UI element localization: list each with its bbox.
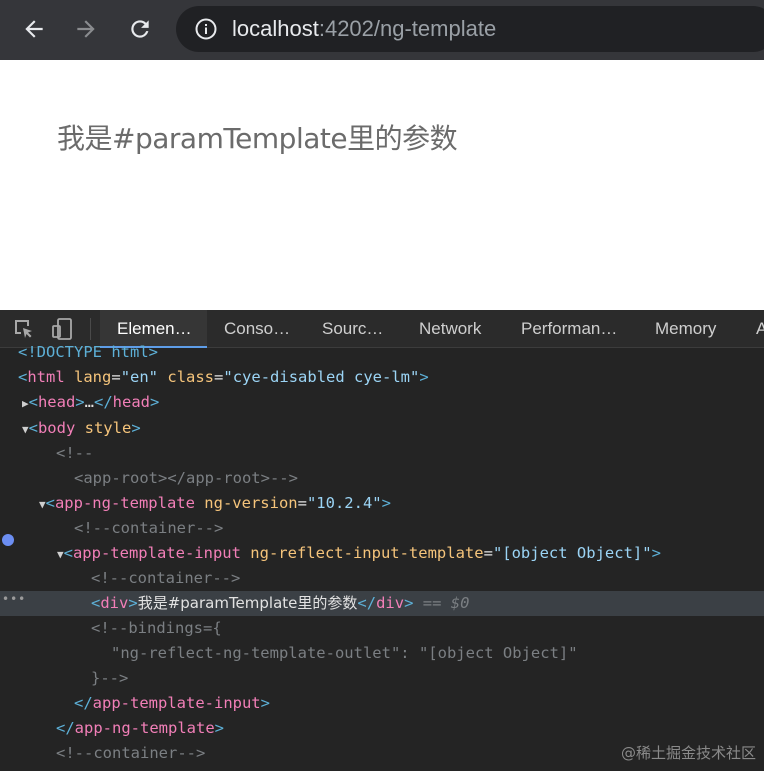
comment-text: <!--container-->	[56, 744, 206, 762]
comment-text: "ng-reflect-ng-template-outlet": "[objec…	[111, 644, 578, 662]
collapse-triangle-icon[interactable]: ▼	[57, 548, 64, 561]
info-icon[interactable]	[194, 17, 218, 41]
comment-text: <!--bindings={	[91, 619, 222, 637]
dom-node-doctype[interactable]: <!DOCTYPE html>	[0, 340, 764, 365]
doctype-text: <!DOCTYPE html>	[18, 343, 158, 361]
collapse-triangle-icon[interactable]: ▼	[39, 498, 46, 511]
comment-text: <!--container-->	[91, 569, 241, 587]
dom-node-div-selected[interactable]: <div>我是#paramTemplate里的参数</div> == $0	[0, 591, 764, 616]
comment-text: }-->	[91, 669, 129, 687]
toolbar-divider	[90, 318, 91, 340]
tag-name: app-ng-template	[54, 494, 195, 512]
attr-value: "cye-disabled cye-lm"	[223, 368, 420, 386]
dom-node-close-app-template-input[interactable]: </app-template-input>	[0, 691, 764, 716]
watermark: @稀土掘金技术社区	[620, 744, 756, 762]
dom-node-app-template-input[interactable]: ▼<app-template-input ng-reflect-input-te…	[0, 541, 764, 566]
devtools-panel: Elemen… Conso… Sourc… Network Performan……	[0, 310, 764, 771]
dom-node-comment[interactable]: <!--container-->	[0, 516, 764, 541]
forward-button[interactable]	[68, 9, 104, 49]
selected-marker: == $0	[422, 594, 470, 612]
dom-node-comment[interactable]: <!--	[0, 441, 764, 466]
comment-text: <!--	[56, 444, 94, 462]
attr-name: ng-version	[204, 494, 298, 512]
url-host: localhost	[232, 16, 319, 41]
tag-name: head	[112, 393, 150, 411]
dom-node-comment[interactable]: <!--container-->	[0, 566, 764, 591]
reload-icon	[131, 20, 149, 38]
tag-name: body	[37, 419, 76, 437]
dom-node-comment[interactable]: "ng-reflect-ng-template-outlet": "[objec…	[0, 641, 764, 666]
tag-name: html	[27, 368, 65, 386]
breakpoint-dot-icon[interactable]	[2, 534, 14, 546]
dom-node-close-app-ng-template[interactable]: </app-ng-template>	[0, 716, 764, 741]
inspect-element-icon[interactable]	[12, 317, 36, 341]
attr-value: "10.2.4"	[306, 494, 382, 512]
tag-name: app-template-input	[72, 544, 241, 562]
url-path: :4202/ng-template	[318, 16, 497, 41]
reload-button[interactable]	[122, 9, 158, 49]
dom-node-comment[interactable]: <app-root></app-root>-->	[0, 466, 764, 491]
dom-node-app-ng-template[interactable]: ▼<app-ng-template ng-version="10.2.4">	[0, 491, 764, 516]
more-options-icon[interactable]: •••	[2, 592, 26, 606]
attr-name: ng-reflect-input-template	[250, 544, 484, 562]
collapsed-ellipsis: …	[84, 393, 94, 411]
dom-node-body[interactable]: ▼<body style>	[0, 416, 764, 441]
text-node: 我是#paramTemplate里的参数	[137, 594, 358, 612]
dom-node-head[interactable]: ▶<head>…</head>	[0, 390, 764, 415]
comment-text: <app-root></app-root>-->	[74, 469, 298, 487]
comment-text: <!--container-->	[74, 519, 224, 537]
device-toolbar-icon[interactable]	[50, 317, 74, 341]
attr-name: style	[84, 419, 132, 437]
attr-name: class	[167, 368, 215, 386]
attr-value: "[object Object]"	[492, 544, 652, 562]
address-bar[interactable]: localhost:4202/ng-template	[176, 6, 764, 52]
dom-node-comment[interactable]: }-->	[0, 666, 764, 691]
tag-name: app-ng-template	[74, 719, 215, 737]
tag-name: div	[376, 594, 405, 612]
dom-node-html[interactable]: <html lang="en" class="cye-disabled cye-…	[0, 365, 764, 390]
browser-toolbar: localhost:4202/ng-template	[0, 0, 764, 60]
page-content: 我是#paramTemplate里的参数	[0, 60, 764, 310]
expand-triangle-icon[interactable]: ▶	[22, 397, 29, 410]
attr-name: lang	[74, 368, 112, 386]
arrow-right-icon	[77, 20, 95, 38]
url-text[interactable]: localhost:4202/ng-template	[232, 17, 496, 41]
tag-name: head	[37, 393, 76, 411]
arrow-left-icon	[25, 20, 43, 38]
attr-value: "en"	[120, 368, 159, 386]
tag-name: app-template-input	[92, 694, 261, 712]
collapse-triangle-icon[interactable]: ▼	[22, 423, 29, 436]
dom-node-comment[interactable]: <!--bindings={	[0, 616, 764, 641]
dom-tree: <!DOCTYPE html> <html lang="en" class="c…	[0, 343, 764, 771]
tag-name: div	[100, 594, 129, 612]
template-output-text: 我是#paramTemplate里的参数	[57, 122, 458, 155]
back-button[interactable]	[16, 9, 52, 49]
